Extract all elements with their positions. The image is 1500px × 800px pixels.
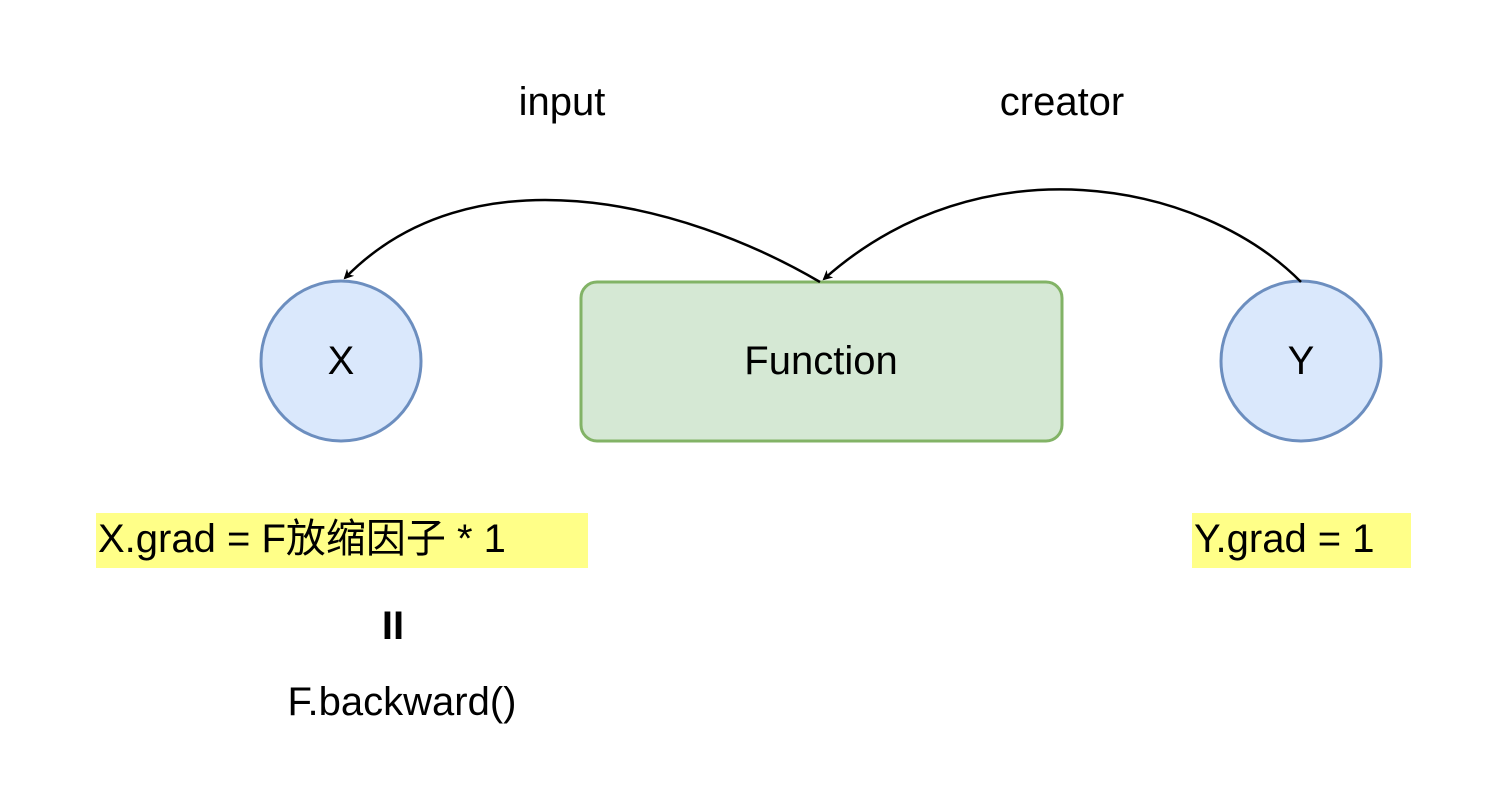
node-y-label: Y xyxy=(1287,339,1315,383)
diagram-canvas xyxy=(259,188,1383,443)
edge-input-label: input xyxy=(518,80,606,124)
edge-creator-label: creator xyxy=(999,80,1125,124)
edge-input-arrow[interactable] xyxy=(343,198,821,284)
y-grad-annotation: Y.grad = 1 xyxy=(1192,513,1411,568)
backward-call-label: F.backward() xyxy=(287,680,517,724)
edge-creator-arrow[interactable] xyxy=(822,188,1302,283)
x-grad-annotation: X.grad = F放缩因子 * 1 xyxy=(96,513,588,568)
node-function-label: Function xyxy=(744,339,898,383)
node-x-label: X xyxy=(327,339,355,383)
equals-rotated-symbol: II xyxy=(381,604,405,648)
